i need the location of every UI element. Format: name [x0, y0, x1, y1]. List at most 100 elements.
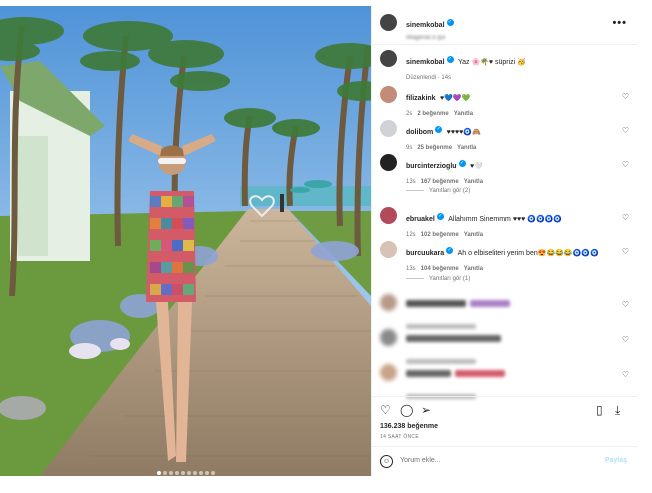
carousel-dot — [156, 471, 161, 475]
caption-text: Yaz 🌸🌴♥ süprizi 🥳 — [457, 59, 526, 66]
comment-body: dolibom ✓ ♥♥♥♥🧿🙈 9s 25 beğenme Yanıtla — [406, 121, 611, 151]
comment-likes[interactable]: 25 beğenme — [417, 145, 452, 151]
comment-body: filizakink ♥💙💜💚 2s 2 beğenme Yanıtla — [406, 87, 611, 117]
author-block: sinemkobal ✓ iMagenar.ir.qul — [406, 14, 454, 41]
verified-badge-icon: ✓ — [446, 19, 454, 27]
view-replies-label: Yanıtları gör (2) — [429, 188, 471, 194]
like-comment-heart-icon[interactable]: ♡ — [622, 213, 629, 222]
like-comment-heart-icon[interactable]: ♡ — [622, 92, 629, 101]
comment-text: Allahımm Sinemmm ♥♥♥ 🧿🧿🧿🧿 — [448, 216, 563, 223]
caption-meta: Düzenlendi · 14s — [406, 75, 452, 81]
post-photo[interactable] — [0, 6, 371, 476]
reply-button[interactable]: Yanıtla — [464, 232, 483, 238]
like-heart-icon[interactable]: ♡ — [380, 403, 391, 417]
verified-badge-icon: ✓ — [458, 160, 466, 168]
view-replies-button[interactable]: Yanıtları gör (2) — [406, 188, 470, 194]
carousel-dot — [162, 471, 167, 475]
like-comment-heart-icon[interactable]: ♡ — [622, 126, 629, 135]
commenter-avatar[interactable] — [380, 241, 397, 258]
post-comment-button[interactable]: Paylaş — [605, 457, 627, 464]
post-location[interactable]: iMagenar.ir.qul — [406, 35, 454, 41]
blurred-username — [406, 370, 451, 378]
blurred-text — [455, 370, 506, 378]
view-replies-label: Yanıtları gör (1) — [429, 276, 471, 282]
commenter-avatar[interactable] — [380, 294, 397, 311]
download-icon[interactable]: ⤓ — [615, 403, 620, 418]
comment-likes[interactable]: 102 beğenme — [421, 232, 459, 238]
comment-time: 9s — [406, 145, 413, 151]
reply-button[interactable]: Yanıtla — [464, 179, 483, 185]
comment-meta: 12s 102 beğenme Yanıtla — [406, 232, 611, 238]
verified-badge-icon: ✓ — [435, 126, 443, 134]
comment-username[interactable]: burcinterzioglu — [406, 163, 457, 170]
comment-body: ebruakel ✓ Allahımm Sinemmm ♥♥♥ 🧿🧿🧿🧿 12s 1… — [406, 208, 611, 238]
commenter-avatar[interactable] — [380, 364, 397, 381]
comment-time: 13s — [406, 266, 416, 272]
comment-username[interactable]: dolibom — [406, 129, 433, 136]
caption-username[interactable]: sinemkobal — [406, 59, 445, 66]
add-comment-bar: ☺ Yorum ekle... Paylaş — [372, 446, 637, 477]
comment-meta: 13s 104 beğenme Yanıtla — [406, 266, 611, 272]
blurred-text — [470, 300, 511, 308]
verified-badge-icon: ✓ — [446, 56, 454, 64]
caption-body: sinemkobal ✓ Yaz 🌸🌴♥ süprizi 🥳 Düzenlendi… — [406, 51, 611, 81]
verified-badge-icon: ✓ — [436, 213, 444, 221]
more-options-icon[interactable]: ••• — [612, 18, 627, 29]
carousel-dot — [180, 471, 185, 475]
comment-time: 13s — [406, 179, 416, 185]
carousel-dot — [198, 471, 203, 475]
blurred-username — [406, 335, 501, 343]
carousel-dot — [186, 471, 191, 475]
reply-button[interactable]: Yanıtla — [457, 145, 476, 151]
comment-time: 2s — [406, 111, 413, 117]
blurred-meta — [406, 324, 476, 330]
like-comment-heart-icon[interactable]: ♡ — [622, 247, 629, 256]
carousel-dot — [174, 471, 179, 475]
like-comment-heart-icon[interactable]: ♡ — [622, 335, 629, 344]
carousel-dot — [204, 471, 209, 475]
author-username[interactable]: sinemkobal — [406, 22, 445, 29]
carousel-dot — [192, 471, 197, 475]
reply-button[interactable]: Yanıtla — [464, 266, 483, 272]
reply-button[interactable]: Yanıtla — [454, 111, 473, 117]
comment-bubble-icon[interactable]: ◯ — [400, 403, 413, 417]
comment-input[interactable]: Yorum ekle... — [400, 457, 441, 464]
post-card: sinemkobal ✓ iMagenar.ir.qul ••• sinemkob… — [0, 6, 637, 476]
save-bookmark-icon[interactable]: ▯ — [596, 403, 603, 417]
comment-username[interactable]: ebruakel — [406, 216, 435, 223]
like-count[interactable]: 136.238 beğenme — [380, 423, 438, 430]
like-comment-heart-icon[interactable]: ♡ — [622, 370, 629, 379]
comment-meta: 2s 2 beğenme Yanıtla — [406, 111, 611, 117]
carousel-dot — [210, 471, 215, 475]
comment-text: ♥🤍 — [470, 163, 483, 170]
share-send-icon[interactable]: ➢ — [421, 403, 431, 417]
comment-text: ♥♥♥♥🧿🙈 — [446, 129, 481, 136]
comment-text: ♥💙💜💚 — [440, 95, 471, 102]
comment-likes[interactable]: 2 beğenme — [417, 111, 448, 117]
like-comment-heart-icon[interactable]: ♡ — [622, 300, 629, 309]
commenter-avatar[interactable] — [380, 207, 397, 224]
comment-username[interactable]: burcuukara — [406, 250, 444, 257]
commenter-avatar[interactable] — [380, 86, 397, 103]
like-comment-heart-icon[interactable]: ♡ — [622, 160, 629, 169]
emoji-icon[interactable]: ☺ — [380, 455, 393, 468]
comment-meta: 9s 25 beğenme Yanıtla — [406, 145, 611, 151]
commenter-avatar[interactable] — [380, 120, 397, 137]
comment-body: burcinterzioglu ✓ ♥🤍 13s 167 beğenme Yanıtl… — [406, 155, 611, 185]
comment-likes[interactable]: 167 beğenme — [421, 179, 459, 185]
commenter-avatar[interactable] — [380, 329, 397, 346]
comment-body: burcuukara ✓ Ah o elbiseliteri yerim ben😍… — [406, 242, 611, 272]
commenter-avatar[interactable] — [380, 154, 397, 171]
post-actions: ♡ ◯ ➢ ▯ ⤓ 136.238 beğenme 14 SAAT ÖNCE — [372, 396, 637, 447]
comment-likes[interactable]: 104 beğenme — [421, 266, 459, 272]
comment-username[interactable]: filizakink — [406, 95, 436, 102]
comment-text: Ah o elbiseliteri yerim ben😍😂😂😂🧿🧿🧿 — [457, 250, 599, 257]
post-timestamp: 14 SAAT ÖNCE — [380, 434, 419, 440]
post-panel: sinemkobal ✓ iMagenar.ir.qul ••• sinemkob… — [371, 6, 637, 476]
carousel-dot — [168, 471, 173, 475]
author-avatar[interactable] — [380, 50, 397, 67]
comment-meta: 13s 167 beğenme Yanıtla — [406, 179, 611, 185]
author-avatar[interactable] — [380, 14, 397, 31]
view-replies-button[interactable]: Yanıtları gör (1) — [406, 276, 470, 282]
blurred-meta — [406, 359, 476, 365]
